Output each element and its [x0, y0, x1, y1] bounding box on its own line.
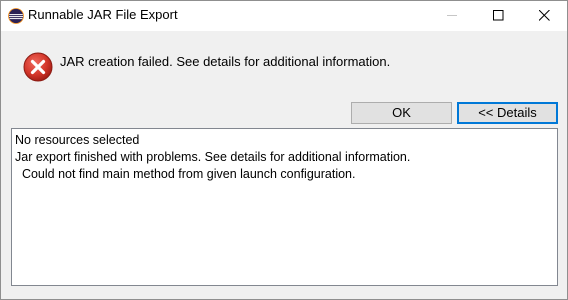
error-icon [23, 52, 53, 82]
error-message: JAR creation failed. See details for add… [60, 54, 391, 69]
dialog-window: Runnable JAR File Export JAR creation fa… [0, 0, 568, 300]
details-list[interactable]: No resources selected Jar export finishe… [11, 128, 558, 286]
ok-button[interactable]: OK [351, 102, 452, 124]
list-item[interactable]: Could not find main method from given la… [15, 166, 554, 183]
list-item[interactable]: No resources selected [15, 132, 554, 149]
dialog-body: JAR creation failed. See details for add… [1, 31, 567, 299]
close-icon [539, 10, 550, 21]
details-toggle-button[interactable]: << Details [457, 102, 558, 124]
maximize-button[interactable] [476, 1, 521, 30]
list-item[interactable]: Jar export finished with problems. See d… [15, 149, 554, 166]
minimize-button[interactable] [430, 1, 475, 30]
title-bar[interactable]: Runnable JAR File Export [1, 1, 567, 31]
window-title: Runnable JAR File Export [28, 7, 178, 22]
close-button[interactable] [522, 1, 567, 30]
maximize-icon [493, 10, 504, 21]
eclipse-icon [8, 8, 24, 24]
minimize-icon [447, 15, 457, 16]
